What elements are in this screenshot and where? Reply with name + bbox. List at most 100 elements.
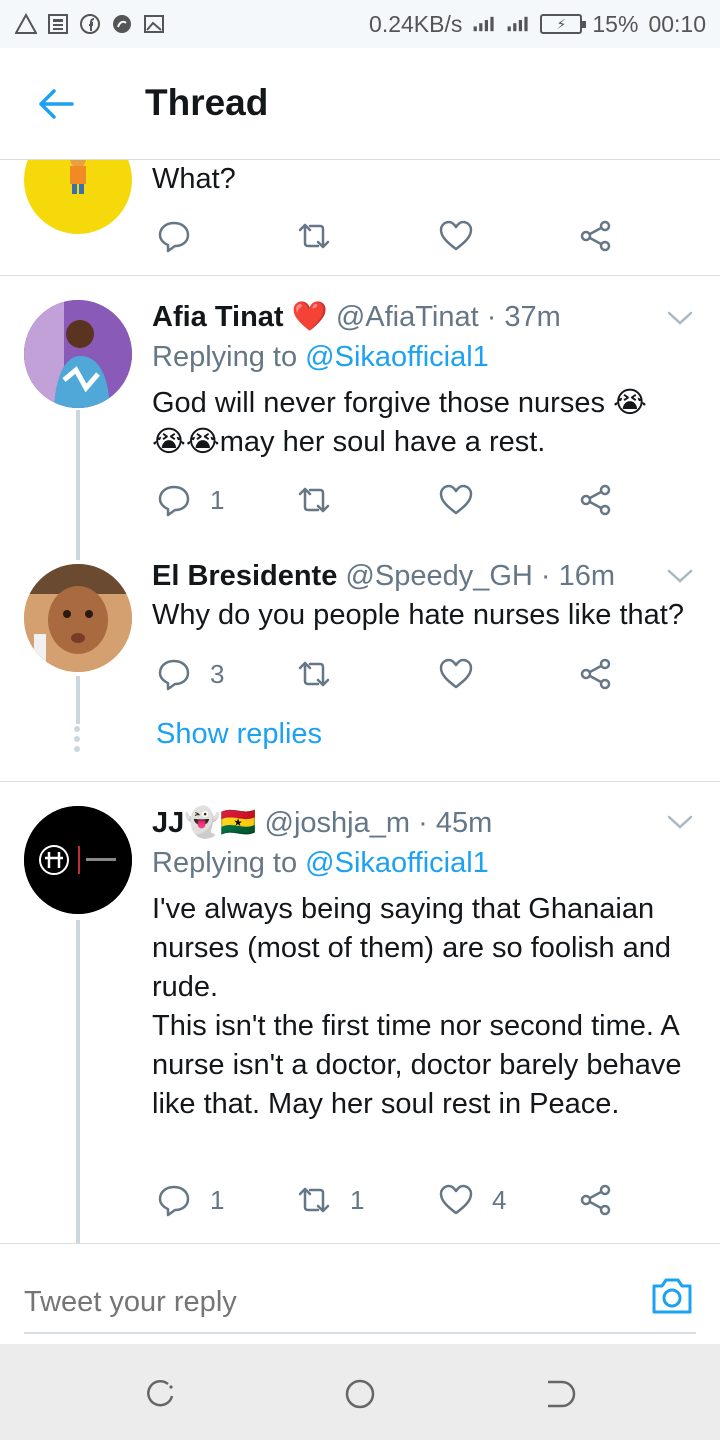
chevron-down-icon[interactable] [666, 566, 694, 586]
share-button[interactable] [578, 654, 614, 694]
camera-button[interactable] [650, 1274, 694, 1318]
divider [0, 781, 720, 782]
notification-icons [14, 12, 166, 36]
avatar[interactable] [24, 160, 132, 234]
avatar[interactable] [24, 564, 132, 672]
name-emoji: 👻🇬🇭 [184, 807, 257, 839]
thread-header: Thread [0, 48, 720, 160]
reply-button[interactable]: 1 [156, 480, 224, 520]
user-handle[interactable]: @Speedy_GH [345, 560, 532, 592]
facebook-icon [78, 12, 102, 36]
reply-icon [158, 485, 190, 517]
heart-icon [439, 220, 473, 251]
retweet-icon [298, 223, 330, 249]
retweet-button[interactable] [296, 216, 332, 256]
share-icon [580, 658, 611, 690]
chevron-down-icon[interactable] [666, 812, 694, 832]
tweet-text: God will never forgive those nurses 😭 😭😭… [152, 387, 647, 458]
user-name[interactable]: JJ [152, 807, 184, 839]
camera-icon [652, 1278, 692, 1314]
retweet-icon [298, 487, 330, 513]
reply-button[interactable] [156, 216, 192, 256]
reply-icon [158, 1185, 190, 1217]
like-button[interactable] [438, 216, 474, 256]
thread-line [76, 920, 80, 1243]
heart-icon [439, 658, 473, 689]
retweet-button[interactable]: 1 [296, 1180, 364, 1220]
like-count: 4 [492, 1184, 507, 1215]
share-button[interactable] [578, 1180, 614, 1220]
back-button[interactable] [36, 84, 76, 124]
tweet-text: I've always being saying that Ghanaian n… [152, 893, 682, 1120]
thread-line [76, 410, 80, 560]
warning-icon [14, 12, 38, 36]
tweet-text: What? [152, 163, 236, 195]
tweet-time: · 37m [486, 301, 561, 333]
replying-mention[interactable]: @Sikaofficial1 [305, 341, 489, 373]
avatar[interactable] [24, 806, 132, 914]
tweet-header: Afia Tinat ❤️ @AfiaTinat · 37m [152, 300, 561, 334]
tweet-text: Why do you people hate nurses like that? [152, 599, 684, 631]
name-emoji: ❤️ [291, 301, 328, 333]
tweet-time: · 45m [418, 807, 493, 839]
share-icon [580, 1184, 611, 1216]
share-icon [580, 484, 611, 516]
thread-line [76, 676, 80, 724]
home-icon [345, 1379, 375, 1409]
status-bar: 0.24KB/s ⚡ 15% 00:10 [0, 0, 720, 48]
share-button[interactable] [578, 480, 614, 520]
replying-mention[interactable]: @Sikaofficial1 [305, 847, 489, 879]
like-button[interactable] [438, 654, 474, 694]
tweet-header: El Bresidente @Speedy_GH · 16m [152, 560, 615, 593]
avatar[interactable] [24, 300, 132, 408]
network-speed: 0.24KB/s [369, 10, 463, 37]
replying-to: Replying to @Sikaofficial1 [152, 847, 489, 880]
share-button[interactable] [578, 216, 614, 256]
reply-button[interactable]: 3 [156, 654, 224, 694]
reply-icon [158, 221, 190, 253]
reply-input[interactable] [24, 1274, 644, 1330]
arrow-left-icon [39, 89, 74, 119]
tweet-actions: 1 [152, 480, 622, 520]
back-nav-button[interactable] [542, 1376, 578, 1412]
like-button[interactable]: 4 [438, 1180, 506, 1220]
user-name[interactable]: Afia Tinat [152, 301, 284, 333]
show-replies-link[interactable]: Show replies [156, 718, 322, 751]
battery-level: 15% [592, 10, 639, 37]
recent-apps-button[interactable] [142, 1376, 178, 1412]
user-name[interactable]: El Bresidente [152, 560, 337, 592]
user-handle[interactable]: @AfiaTinat [336, 301, 479, 333]
like-button[interactable] [438, 480, 474, 520]
reply-icon [158, 659, 190, 691]
retweet-button[interactable] [296, 654, 332, 694]
system-nav-bar [0, 1344, 720, 1440]
clock: 00:10 [648, 10, 706, 37]
signal-icon-2 [506, 12, 530, 36]
retweet-icon [298, 1187, 330, 1213]
thread-feed[interactable]: What? Afia Tinat ❤️ @AfiaTinat · 37m Rep… [0, 160, 720, 1243]
battery-icon: ⚡ [540, 14, 587, 34]
heart-icon [439, 484, 473, 515]
input-underline [24, 1332, 696, 1334]
more-replies-dots [74, 726, 82, 756]
back-nav-icon [548, 1380, 576, 1408]
user-handle[interactable]: @joshja_m [265, 807, 411, 839]
home-button[interactable] [342, 1376, 378, 1412]
news-icon [46, 12, 70, 36]
tweet-actions: 3 [152, 654, 622, 694]
image-icon [142, 12, 166, 36]
tweet-actions: 1 1 4 [152, 1180, 622, 1220]
tweet-header: JJ👻🇬🇭 @joshja_m · 45m [152, 806, 492, 840]
recent-apps-icon [147, 1379, 174, 1407]
retweet-count: 1 [350, 1184, 365, 1215]
signal-icon [472, 12, 496, 36]
reply-count: 3 [210, 658, 225, 689]
reply-composer [0, 1243, 720, 1344]
retweet-button[interactable] [296, 480, 332, 520]
app-icon [110, 12, 134, 36]
replying-to: Replying to @Sikaofficial1 [152, 341, 489, 374]
share-icon [580, 220, 611, 252]
reply-button[interactable]: 1 [156, 1180, 224, 1220]
chevron-down-icon[interactable] [666, 308, 694, 328]
divider [0, 275, 720, 276]
